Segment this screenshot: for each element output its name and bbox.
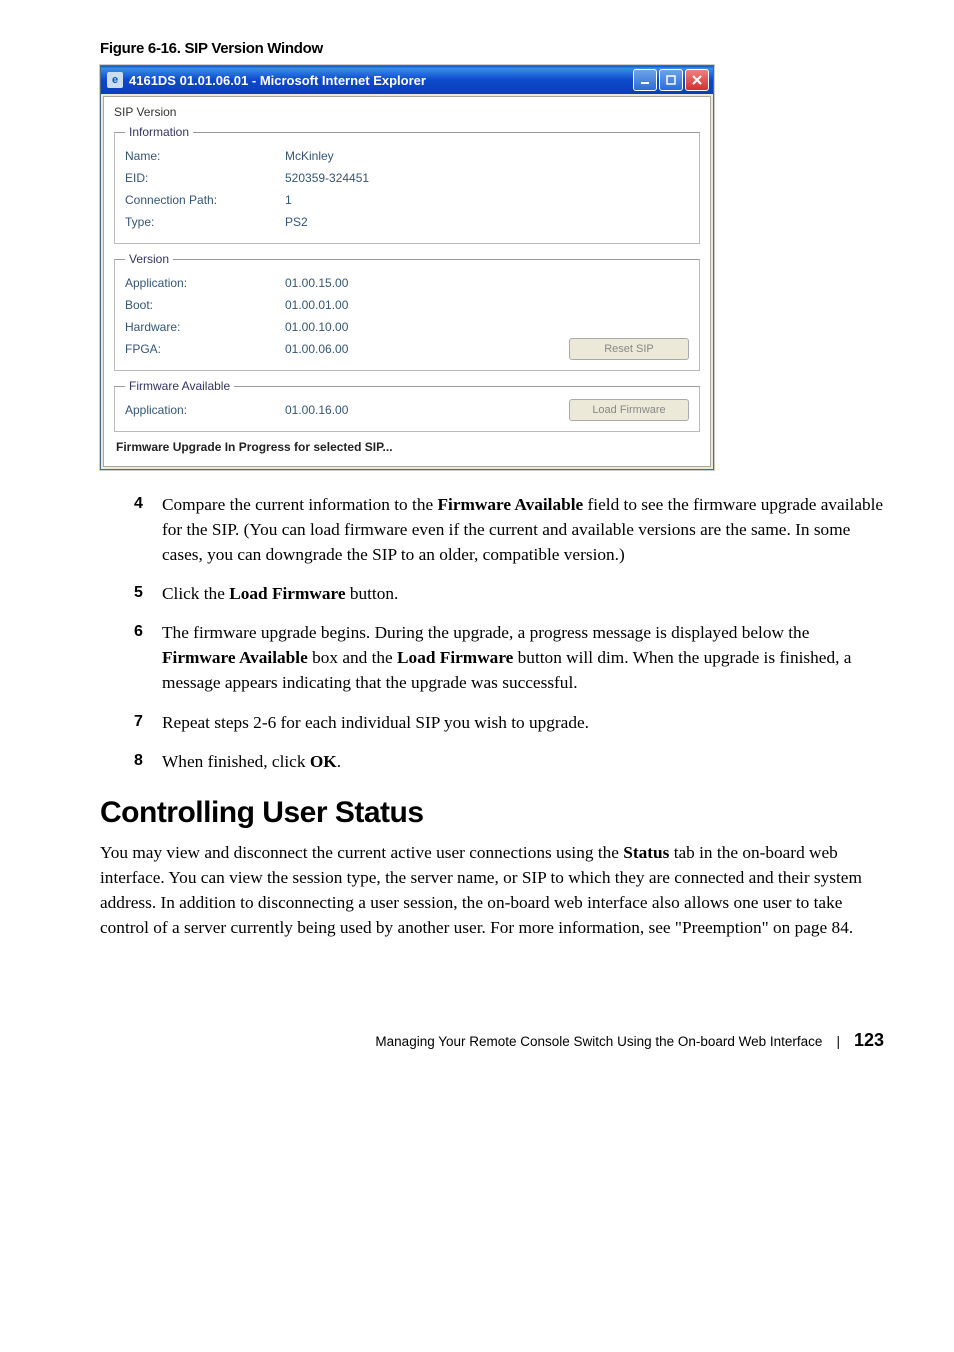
hardware-value: 01.00.10.00	[285, 320, 348, 334]
step-6: 6 The firmware upgrade begins. During th…	[134, 620, 884, 695]
version-legend: Version	[125, 252, 173, 266]
version-group: Version Application: 01.00.15.00 Boot: 0…	[114, 252, 700, 371]
step-5: 5 Click the Load Firmware button.	[134, 581, 884, 606]
body-text: You may view and disconnect the current …	[100, 843, 623, 862]
close-button[interactable]	[685, 69, 709, 91]
boot-label: Boot:	[125, 298, 285, 312]
step-number: 7	[134, 710, 162, 735]
type-value: PS2	[285, 215, 308, 229]
step-text: Click the	[162, 584, 229, 603]
fpga-value: 01.00.06.00	[285, 342, 348, 356]
firmware-available-group: Firmware Available Application: 01.00.16…	[114, 379, 700, 432]
connection-path-value: 1	[285, 193, 292, 207]
figure-caption: Figure 6-16. SIP Version Window	[100, 40, 884, 57]
step-bold: Firmware Available	[437, 495, 583, 514]
body-bold: Status	[623, 843, 669, 862]
connection-path-label: Connection Path:	[125, 193, 285, 207]
information-group: Information Name: McKinley EID: 520359-3…	[114, 125, 700, 244]
boot-value: 01.00.01.00	[285, 298, 348, 312]
type-label: Type:	[125, 215, 285, 229]
step-number: 4	[134, 492, 162, 567]
step-bold: Load Firmware	[397, 648, 513, 667]
firmware-available-legend: Firmware Available	[125, 379, 234, 393]
step-number: 6	[134, 620, 162, 695]
fa-application-label: Application:	[125, 403, 285, 417]
step-text: .	[337, 752, 341, 771]
step-text: The firmware upgrade begins. During the …	[162, 623, 809, 642]
ie-window: e 4161DS 01.01.06.01 - Microsoft Interne…	[100, 65, 714, 470]
page-number: 123	[854, 1030, 884, 1051]
eid-label: EID:	[125, 171, 285, 185]
load-firmware-button[interactable]: Load Firmware	[569, 399, 689, 421]
step-text: box and the	[308, 648, 397, 667]
application-label: Application:	[125, 276, 285, 290]
ie-icon: e	[107, 72, 123, 88]
window-titlebar: e 4161DS 01.01.06.01 - Microsoft Interne…	[101, 66, 713, 94]
section-heading: Controlling User Status	[100, 796, 884, 830]
hardware-label: Hardware:	[125, 320, 285, 334]
progress-message: Firmware Upgrade In Progress for selecte…	[116, 440, 700, 454]
step-number: 8	[134, 749, 162, 774]
step-bold: Firmware Available	[162, 648, 308, 667]
step-bold: OK	[310, 752, 337, 771]
fpga-label: FPGA:	[125, 342, 285, 356]
name-label: Name:	[125, 149, 285, 163]
panel-title: SIP Version	[114, 105, 700, 119]
fa-application-value: 01.00.16.00	[285, 403, 348, 417]
step-text: When finished, click	[162, 752, 310, 771]
step-number: 5	[134, 581, 162, 606]
step-bold: Load Firmware	[229, 584, 345, 603]
page-footer: Managing Your Remote Console Switch Usin…	[100, 1030, 884, 1051]
step-text: button.	[346, 584, 399, 603]
footer-sep: |	[836, 1034, 840, 1049]
application-value: 01.00.15.00	[285, 276, 348, 290]
eid-value: 520359-324451	[285, 171, 369, 185]
section-body: You may view and disconnect the current …	[100, 840, 884, 940]
window-title: 4161DS 01.01.06.01 - Microsoft Internet …	[129, 73, 633, 88]
step-8: 8 When finished, click OK.	[134, 749, 884, 774]
step-text: Repeat steps 2-6 for each individual SIP…	[162, 713, 589, 732]
maximize-button[interactable]	[659, 69, 683, 91]
step-7: 7 Repeat steps 2-6 for each individual S…	[134, 710, 884, 735]
window-client-area: SIP Version Information Name: McKinley E…	[103, 96, 711, 467]
minimize-button[interactable]	[633, 69, 657, 91]
information-legend: Information	[125, 125, 193, 139]
footer-text: Managing Your Remote Console Switch Usin…	[375, 1034, 822, 1049]
name-value: McKinley	[285, 149, 334, 163]
reset-sip-button[interactable]: Reset SIP	[569, 338, 689, 360]
step-text: Compare the current information to the	[162, 495, 437, 514]
step-4: 4 Compare the current information to the…	[134, 492, 884, 567]
